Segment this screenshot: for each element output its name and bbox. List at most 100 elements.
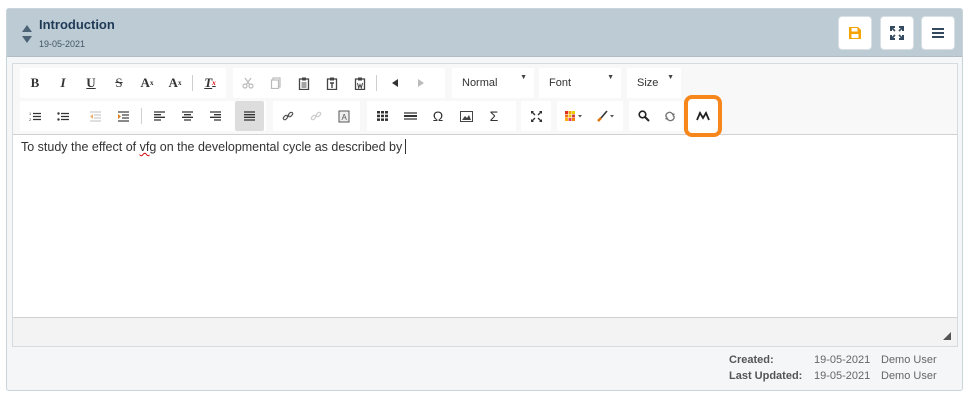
anchor-button[interactable]: A <box>332 104 356 128</box>
font-select-value: Font <box>549 77 572 89</box>
subscript-mark: x <box>149 79 154 87</box>
link-button[interactable] <box>276 104 300 128</box>
special-character-button[interactable]: Ω <box>426 104 450 128</box>
outdent-button[interactable] <box>83 104 107 128</box>
last-updated-date: 19-05-2021 <box>814 370 871 382</box>
expand-button[interactable] <box>880 16 914 50</box>
remove-format-button[interactable]: Tx <box>198 71 222 95</box>
remove-format-mark: x <box>212 79 216 87</box>
bulleted-list-button[interactable] <box>51 104 75 128</box>
paste-word-icon <box>354 77 366 90</box>
chevron-down-icon: ▼ <box>520 74 527 81</box>
table-icon <box>376 111 388 121</box>
created-label: Created: <box>729 354 774 366</box>
align-left-icon <box>153 111 165 121</box>
chevron-down-icon: ▼ <box>667 74 674 81</box>
italic-button[interactable]: I <box>51 71 75 95</box>
unlink-icon <box>310 111 322 121</box>
panel-title: Introduction <box>39 17 115 32</box>
align-left-button[interactable] <box>147 104 171 128</box>
content-text: on the developmental cycle as described … <box>156 140 403 154</box>
align-right-button[interactable] <box>203 104 227 128</box>
expand-icon <box>890 26 904 40</box>
bold-button[interactable]: B <box>23 71 47 95</box>
cut-button[interactable] <box>236 71 260 95</box>
sort-icon[interactable] <box>21 24 33 44</box>
copy-icon <box>270 77 281 89</box>
text-caret <box>405 139 407 154</box>
editor-bottom-bar <box>13 317 957 346</box>
image-icon <box>459 110 473 122</box>
content-text: To study the effect of <box>21 140 140 154</box>
replace-button[interactable] <box>658 104 682 128</box>
font-select[interactable]: Font ▼ <box>539 68 621 98</box>
superscript-mark: x <box>177 79 182 87</box>
numbered-list-button[interactable]: 12 <box>23 104 47 128</box>
rich-text-editor: B I U S Ax Ax Tx Normal ▼ Font ▼ Size ▼ … <box>12 63 958 347</box>
strikethrough-button[interactable]: S <box>107 71 131 95</box>
undo-button[interactable] <box>383 71 407 95</box>
maximize-icon <box>530 110 542 122</box>
unlink-button[interactable] <box>304 104 328 128</box>
justify-icon <box>244 111 255 121</box>
chevron-down-icon: ▼ <box>607 74 614 81</box>
menu-button[interactable] <box>921 16 955 50</box>
svg-text:2: 2 <box>29 117 32 122</box>
size-select[interactable]: Size ▼ <box>627 68 681 98</box>
outdent-icon <box>89 110 101 122</box>
svg-text:A: A <box>342 113 348 122</box>
horizontal-line-button[interactable] <box>398 104 422 128</box>
find-button[interactable] <box>632 104 656 128</box>
image-button[interactable] <box>454 104 478 128</box>
justify-button[interactable] <box>235 101 264 131</box>
redo-arrow-icon <box>418 79 424 87</box>
last-updated-label: Last Updated: <box>729 370 803 382</box>
svg-text:1: 1 <box>29 111 32 116</box>
superscript-letter: A <box>168 75 178 90</box>
panel-date: 19-05-2021 <box>39 39 86 49</box>
table-button[interactable] <box>370 104 394 128</box>
plugin-button[interactable] <box>684 95 722 137</box>
formula-button[interactable]: Σ <box>482 104 506 128</box>
paste-text-button[interactable] <box>320 71 344 95</box>
created-date: 19-05-2021 <box>814 354 871 366</box>
maximize-button[interactable] <box>524 104 548 128</box>
indent-icon <box>117 110 129 122</box>
indent-button[interactable] <box>111 104 135 128</box>
replace-icon <box>665 111 675 121</box>
size-select-value: Size <box>637 77 659 89</box>
paste-button[interactable] <box>292 71 316 95</box>
clipboard-group <box>233 68 445 98</box>
save-button[interactable] <box>838 16 872 50</box>
align-right-icon <box>209 111 221 121</box>
align-center-button[interactable] <box>175 104 199 128</box>
brush-button[interactable] <box>592 104 620 128</box>
color-grid-icon <box>565 111 582 121</box>
resize-handle[interactable] <box>943 332 951 340</box>
format-select-value: Normal <box>462 77 498 89</box>
misspelled-word: vfg <box>139 140 157 154</box>
panel-header: Introduction 19-05-2021 <box>7 9 962 57</box>
created-user: Demo User <box>881 354 937 366</box>
menu-icon <box>932 28 944 38</box>
copy-button[interactable] <box>264 71 288 95</box>
last-updated-user: Demo User <box>881 370 937 382</box>
link-icon <box>282 111 294 121</box>
format-select[interactable]: Normal ▼ <box>452 68 534 98</box>
colors-group <box>557 101 623 131</box>
subscript-button[interactable]: Ax <box>135 71 159 95</box>
editor-content[interactable]: To study the effect of vfg on the develo… <box>21 139 951 155</box>
redo-button[interactable] <box>409 71 433 95</box>
links-group: A <box>273 101 360 131</box>
underline-button[interactable]: U <box>79 71 103 95</box>
search-icon <box>638 110 650 122</box>
toolbar-separator <box>141 108 142 124</box>
toolbar-separator <box>376 75 377 91</box>
text-color-button[interactable] <box>560 104 588 128</box>
basic-styles-group: B I U S Ax Ax Tx <box>20 68 226 98</box>
paste-word-button[interactable] <box>348 71 372 95</box>
save-icon <box>849 27 861 39</box>
paragraph-group: 12 <box>20 101 266 131</box>
superscript-button[interactable]: Ax <box>163 71 187 95</box>
bulleted-list-icon <box>56 111 69 121</box>
